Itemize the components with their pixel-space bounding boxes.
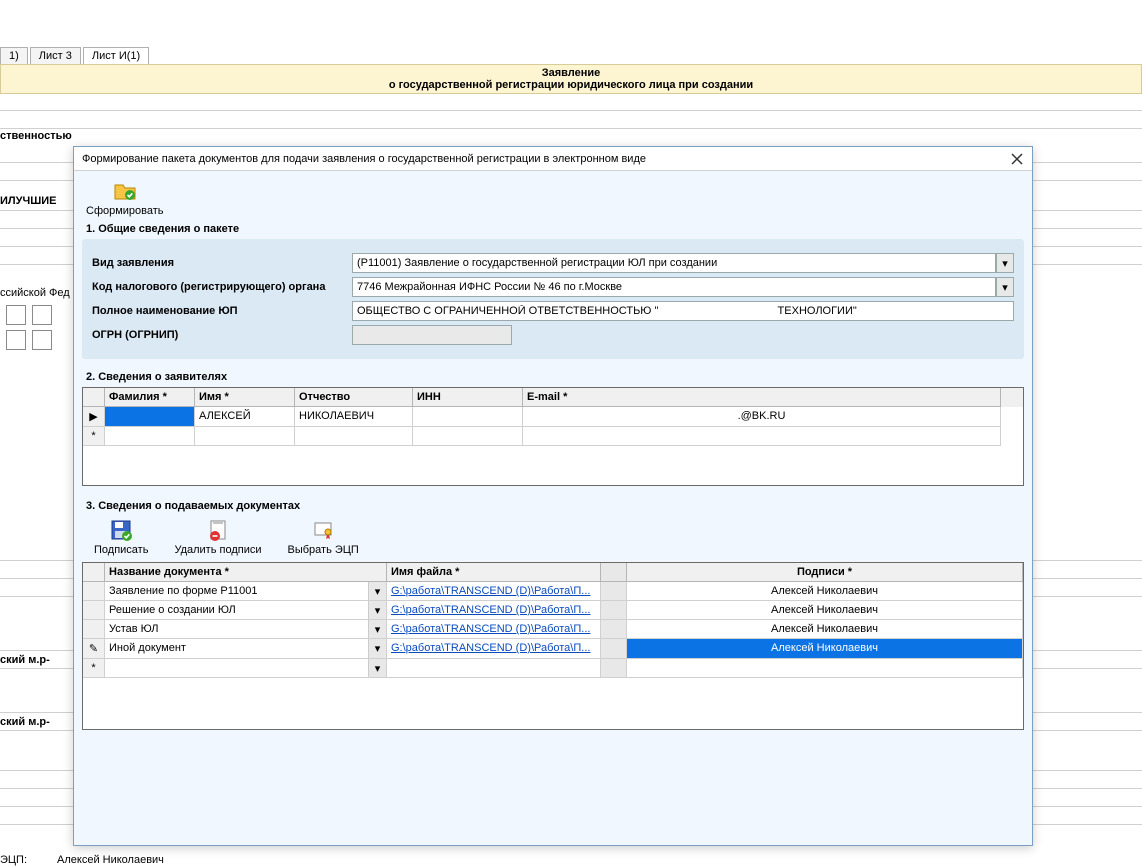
chevron-down-icon[interactable]: ▾ bbox=[368, 639, 386, 658]
applicants-grid: Фамилия * Имя * Отчество ИНН E-mail * ▶ … bbox=[82, 387, 1024, 486]
type-label: Вид заявления bbox=[92, 257, 352, 269]
page-header-subtitle: о государственной регистрации юридическо… bbox=[389, 79, 753, 91]
col-signatures[interactable]: Подписи * bbox=[627, 563, 1023, 582]
dialog-title: Формирование пакета документов для подач… bbox=[82, 153, 646, 165]
cell-patronymic[interactable]: НИКОЛАЕВИЧ bbox=[295, 407, 413, 427]
cell-signer[interactable]: Алексей Николаевич bbox=[627, 582, 1023, 601]
certificate-icon bbox=[311, 518, 335, 542]
floppy-check-icon bbox=[109, 518, 133, 542]
delete-sign-label: Удалить подписи bbox=[174, 544, 261, 556]
cell-surname[interactable] bbox=[105, 407, 195, 427]
tab-1[interactable]: 1) bbox=[0, 47, 28, 65]
section2-title: 2. Сведения о заявителях bbox=[86, 371, 1024, 383]
document-row[interactable]: Решение о создании ЮЛ▾G:\работа\TRANSCEN… bbox=[83, 601, 1023, 620]
col-surname[interactable]: Фамилия * bbox=[105, 388, 195, 407]
cell-name[interactable]: АЛЕКСЕЙ bbox=[195, 407, 295, 427]
col-docname[interactable]: Название документа * bbox=[105, 563, 387, 582]
cell-docname[interactable]: Иной документ▾ bbox=[105, 639, 387, 659]
cell-docname[interactable]: Заявление по форме Р11001▾ bbox=[105, 582, 387, 601]
form-cell[interactable] bbox=[32, 305, 52, 325]
folder-check-icon bbox=[113, 179, 137, 203]
code-label: Код налогового (регистрирующего) органа bbox=[92, 281, 352, 293]
col-name[interactable]: Имя * bbox=[195, 388, 295, 407]
tab-bar: 1) Лист 3 Лист И(1) bbox=[0, 47, 149, 65]
bg-clipped-text: ский м.р- bbox=[0, 654, 50, 666]
browse-button[interactable] bbox=[601, 582, 627, 601]
ogrn-input bbox=[352, 325, 512, 345]
bg-clipped-text: ИЛУЧШИЕ bbox=[0, 195, 57, 207]
col-inn[interactable]: ИНН bbox=[413, 388, 523, 407]
page-header-title: Заявление bbox=[542, 67, 601, 79]
documents-grid: Название документа * Имя файла * Подписи… bbox=[83, 563, 1023, 678]
form-cell[interactable] bbox=[32, 330, 52, 350]
cell-filename[interactable]: G:\работа\TRANSCEND (D)\Работа\П... bbox=[387, 639, 601, 659]
close-button[interactable] bbox=[1008, 150, 1026, 168]
sign-button[interactable]: Подписать bbox=[90, 516, 152, 558]
generate-button[interactable]: Сформировать bbox=[82, 177, 168, 219]
col-email[interactable]: E-mail * bbox=[523, 388, 1001, 407]
delete-icon bbox=[206, 518, 230, 542]
cell-signer[interactable]: Алексей Николаевич bbox=[627, 639, 1023, 659]
chevron-down-icon[interactable]: ▾ bbox=[368, 601, 386, 619]
code-select[interactable] bbox=[352, 277, 996, 297]
chevron-down-icon[interactable]: ▾ bbox=[368, 659, 386, 677]
choose-ecp-label: Выбрать ЭЦП bbox=[288, 544, 359, 556]
tab-list3[interactable]: Лист 3 bbox=[30, 47, 81, 65]
chevron-down-icon[interactable]: ▾ bbox=[996, 253, 1014, 273]
cell-email[interactable]: .@BK.RU bbox=[523, 407, 1001, 427]
cell-docname[interactable]: Устав ЮЛ▾ bbox=[105, 620, 387, 639]
browse-button[interactable] bbox=[601, 639, 627, 659]
sign-button-label: Подписать bbox=[94, 544, 148, 556]
browse-button[interactable] bbox=[601, 601, 627, 620]
section3-title: 3. Сведения о подаваемых документах bbox=[86, 500, 1024, 512]
choose-ecp-button[interactable]: Выбрать ЭЦП bbox=[284, 516, 363, 558]
footer-ecp-value: Алексей Николаевич bbox=[57, 854, 164, 866]
section1-panel: Вид заявления ▾ Код налогового (регистри… bbox=[82, 239, 1024, 359]
section1-title: 1. Общие сведения о пакете bbox=[86, 223, 1024, 235]
chevron-down-icon[interactable]: ▾ bbox=[368, 620, 386, 638]
cell-inn[interactable] bbox=[413, 407, 523, 427]
col-filename[interactable]: Имя файла * bbox=[387, 563, 601, 582]
generate-label: Сформировать bbox=[86, 205, 164, 217]
page-header: Заявление о государственной регистрации … bbox=[0, 64, 1142, 94]
document-row[interactable]: Заявление по форме Р11001▾G:\работа\TRAN… bbox=[83, 582, 1023, 601]
browse-button[interactable] bbox=[601, 620, 627, 639]
applicant-row[interactable]: ▶ АЛЕКСЕЙ НИКОЛАЕВИЧ .@BK.RU bbox=[83, 407, 1023, 427]
document-row[interactable]: ✎Иной документ▾G:\работа\TRANSCEND (D)\Р… bbox=[83, 639, 1023, 659]
cell-filename[interactable]: G:\работа\TRANSCEND (D)\Работа\П... bbox=[387, 582, 601, 601]
cell-signer[interactable]: Алексей Николаевич bbox=[627, 601, 1023, 620]
delete-sign-button[interactable]: Удалить подписи bbox=[170, 516, 265, 558]
form-cell[interactable] bbox=[6, 330, 26, 350]
footer-ecp-label: ЭЦП: bbox=[0, 854, 27, 866]
fullname-input[interactable] bbox=[352, 301, 1014, 321]
cell-filename[interactable]: G:\работа\TRANSCEND (D)\Работа\П... bbox=[387, 601, 601, 620]
cell-signer[interactable]: Алексей Николаевич bbox=[627, 620, 1023, 639]
fullname-label: Полное наименование ЮП bbox=[92, 305, 352, 317]
form-cell[interactable] bbox=[6, 305, 26, 325]
bg-clipped-text: ссийской Фед bbox=[0, 287, 70, 299]
col-patronymic[interactable]: Отчество bbox=[295, 388, 413, 407]
chevron-down-icon[interactable]: ▾ bbox=[996, 277, 1014, 297]
cell-filename[interactable]: G:\работа\TRANSCEND (D)\Работа\П... bbox=[387, 620, 601, 639]
dialog-titlebar: Формирование пакета документов для подач… bbox=[74, 147, 1032, 171]
applicant-row-new[interactable]: * bbox=[83, 427, 1023, 446]
document-row-new[interactable]: *▾ bbox=[83, 659, 1023, 678]
document-row[interactable]: Устав ЮЛ▾G:\работа\TRANSCEND (D)\Работа\… bbox=[83, 620, 1023, 639]
package-dialog: Формирование пакета документов для подач… bbox=[73, 146, 1033, 846]
tab-list-i1[interactable]: Лист И(1) bbox=[83, 47, 149, 65]
chevron-down-icon[interactable]: ▾ bbox=[368, 582, 386, 600]
cell-docname[interactable]: Решение о создании ЮЛ▾ bbox=[105, 601, 387, 620]
bg-clipped-text: ский м.р- bbox=[0, 716, 50, 728]
close-icon bbox=[1011, 153, 1023, 165]
type-select[interactable] bbox=[352, 253, 996, 273]
bg-clipped-text: ственностью bbox=[0, 130, 72, 142]
ogrn-label: ОГРН (ОГРНИП) bbox=[92, 329, 352, 341]
